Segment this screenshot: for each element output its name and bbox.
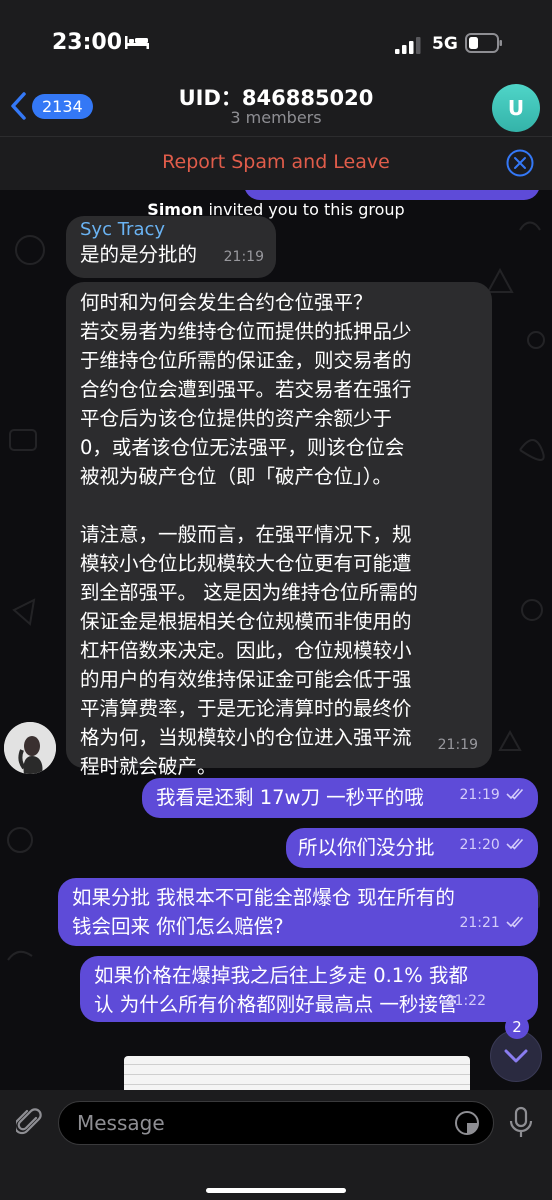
read-ticks-icon bbox=[506, 787, 524, 800]
chat-subtitle: 3 members bbox=[230, 108, 322, 127]
message-line: 合约仓位会遭到强平。若交易者在强行 bbox=[80, 378, 412, 401]
message-line: 于维持仓位所需的保证金，则交易者的 bbox=[80, 349, 412, 372]
message-time: 21:19 bbox=[437, 737, 478, 753]
message-line bbox=[80, 491, 480, 520]
network-label: 5G bbox=[432, 34, 458, 54]
person-photo-icon bbox=[4, 722, 56, 774]
message-time: 21:19 bbox=[223, 249, 264, 265]
message-line: 请注意，一般而言，在强平情况下，规 bbox=[80, 523, 412, 546]
message-line: 被视为破产仓位（即「破产仓位」）。 bbox=[80, 465, 393, 488]
home-indicator bbox=[206, 1188, 346, 1193]
message-line: 钱会回来 你们怎么赔偿? bbox=[72, 915, 284, 938]
message-line: 格为何，当规模较小的仓位进入强平流 bbox=[80, 726, 412, 749]
read-ticks-icon bbox=[506, 837, 524, 850]
message-line: 若交易者为维持仓位而提供的抵押品少 bbox=[80, 320, 412, 343]
chevron-down-icon bbox=[504, 1049, 528, 1063]
sticker-icon[interactable] bbox=[454, 1110, 480, 1136]
message-bubble-outgoing[interactable]: 我看是还剩 17w刀 一秒平的哦 21:19 bbox=[142, 778, 538, 818]
message-line: 程时就会破产。 bbox=[80, 755, 217, 778]
sender-avatar[interactable] bbox=[4, 722, 56, 774]
message-input[interactable] bbox=[58, 1101, 494, 1145]
paperclip-icon[interactable] bbox=[16, 1108, 44, 1138]
read-ticks-icon bbox=[506, 915, 524, 928]
message-line: 的用户的有效维持保证金可能会低于强 bbox=[80, 668, 412, 691]
message-line: 何时和为何会发生合约仓位强平？ bbox=[80, 291, 373, 314]
close-icon[interactable] bbox=[506, 149, 534, 177]
message-bubble-outgoing[interactable]: 如果分批 我根本不可能全部爆仓 现在所有的 钱会回来 你们怎么赔偿? 21:21 bbox=[58, 878, 538, 946]
signal-icon bbox=[395, 37, 421, 54]
chat-avatar[interactable]: U bbox=[492, 84, 540, 132]
sender-name[interactable]: Syc Tracy bbox=[80, 220, 262, 240]
message-line: 到全部强平。 这是因为维持仓位所需的 bbox=[80, 581, 418, 604]
message-line: 模较小仓位比规模较大仓位更有可能遭 bbox=[80, 552, 412, 575]
message-time: 21:19 bbox=[459, 787, 500, 803]
spam-bar: Report Spam and Leave bbox=[0, 136, 552, 190]
message-bubble-outgoing[interactable]: 所以你们没分批 21:20 bbox=[286, 828, 538, 868]
report-spam-button[interactable]: Report Spam and Leave bbox=[0, 151, 552, 173]
message-line: 平清算费率，于是无论清算时的最终价 bbox=[80, 697, 412, 720]
message-bubble-incoming[interactable]: Syc Tracy 是的是分批的 21:19 bbox=[66, 216, 276, 278]
message-line: 0，或者该仓位无法强平，则该仓位会 bbox=[80, 436, 405, 459]
bed-icon bbox=[125, 36, 149, 49]
chat-header: 2134 UID：846885020 3 members U bbox=[0, 80, 552, 136]
message-text: 所以你们没分批 bbox=[298, 836, 435, 859]
image-attachment[interactable] bbox=[124, 1056, 470, 1090]
message-bubble-outgoing[interactable]: 如果价格在爆掉我之后往上多走 0.1% 我都 认 为什么所有价格都刚好最高点 一… bbox=[80, 956, 538, 1022]
message-line: 如果分批 我根本不可能全部爆仓 现在所有的 bbox=[72, 886, 455, 909]
input-bar bbox=[0, 1090, 552, 1200]
avatar-letter: U bbox=[507, 96, 525, 120]
message-text: 我看是还剩 17w刀 一秒平的哦 bbox=[156, 786, 424, 809]
battery-icon bbox=[465, 33, 502, 53]
status-time: 23:00 bbox=[52, 30, 123, 55]
message-line: 平仓后为该仓位提供的资产余额少于 bbox=[80, 407, 393, 430]
message-bubble-incoming[interactable]: 何时和为何会发生合约仓位强平？ 若交易者为维持仓位而提供的抵押品少 于维持仓位所… bbox=[66, 282, 492, 778]
chat-area[interactable]: Simon invited you to this group Syc Trac… bbox=[0, 190, 552, 1090]
message-line: 保证金是根据相关仓位规模而非使用的 bbox=[80, 610, 412, 633]
status-bar: 23:00 5G bbox=[0, 0, 552, 80]
unread-count-badge: 2 bbox=[505, 1015, 529, 1039]
previous-message-bubble bbox=[244, 190, 540, 200]
message-time: 21:21 bbox=[459, 915, 500, 931]
message-time: 21:20 bbox=[459, 837, 500, 853]
message-time: 21:22 bbox=[445, 993, 486, 1009]
message-line: 杠杆倍数来决定。因此，仓位规模较小 bbox=[80, 639, 412, 662]
microphone-icon[interactable] bbox=[508, 1106, 534, 1140]
